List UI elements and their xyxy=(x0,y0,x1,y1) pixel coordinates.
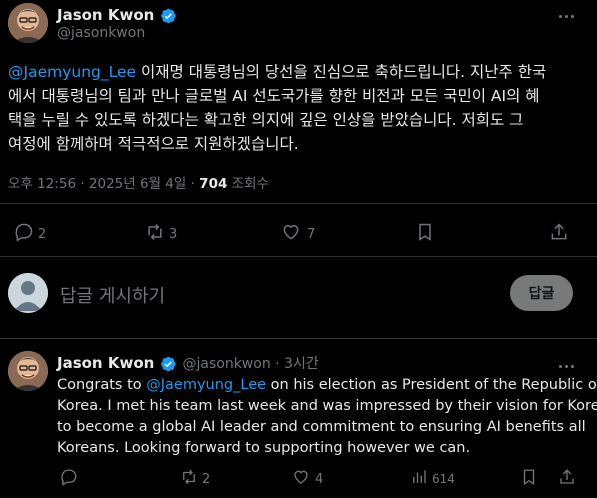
reply-more-options-button[interactable] xyxy=(552,356,580,376)
reply-views-count: 614 xyxy=(432,472,455,486)
author-name[interactable]: Jason Kwon xyxy=(57,5,177,25)
reply-input[interactable]: 답글 게시하기 xyxy=(60,282,165,308)
verified-badge-icon xyxy=(159,7,177,25)
bookmark-icon xyxy=(520,468,538,490)
share-icon xyxy=(549,222,569,246)
like-count: 7 xyxy=(307,226,316,242)
like-button[interactable]: 7 xyxy=(281,222,315,246)
post-text: @Jaemyung_Lee 이재명 대통령님의 당선을 진심으로 축하드립니다.… xyxy=(8,63,547,153)
avatar-image xyxy=(8,351,48,391)
heart-icon xyxy=(292,468,310,490)
share-button[interactable] xyxy=(549,222,569,246)
reply-button[interactable]: 2 xyxy=(14,222,46,246)
more-options-button[interactable] xyxy=(552,6,580,26)
current-user-avatar xyxy=(8,273,48,313)
views-count: 704 xyxy=(199,176,228,192)
reply-like-button[interactable]: 4 xyxy=(292,468,323,490)
reply-like-count: 4 xyxy=(315,471,324,487)
reply-author-name[interactable]: Jason Kwon xyxy=(57,354,154,372)
mention-link[interactable]: @Jaemyung_Lee xyxy=(8,63,136,81)
reply-repost-count: 2 xyxy=(202,471,211,487)
repost-count: 3 xyxy=(169,226,178,242)
reply-count: 2 xyxy=(38,226,47,242)
more-icon xyxy=(558,364,574,368)
views-chart-icon xyxy=(410,468,428,490)
reply-share-button[interactable] xyxy=(558,468,576,490)
reply-author-avatar[interactable] xyxy=(8,351,48,391)
share-icon xyxy=(558,468,576,490)
divider xyxy=(0,338,597,339)
author-avatar[interactable] xyxy=(8,3,48,43)
reply-submit-button[interactable]: 답글 xyxy=(510,275,573,311)
reply-author-handle[interactable]: @jasonkwon · 3시간 xyxy=(183,356,319,372)
timestamp[interactable]: 오후 12:56 · 2025년 6월 4일 · xyxy=(8,176,199,192)
reply-text: Congrats to @Jaemyung_Lee on his electio… xyxy=(57,377,597,456)
reply-icon xyxy=(14,222,34,246)
repost-icon xyxy=(180,468,198,490)
repost-icon xyxy=(145,222,165,246)
heart-icon xyxy=(281,222,301,246)
divider xyxy=(0,256,597,257)
verified-badge-icon xyxy=(159,355,177,373)
reply-icon xyxy=(60,468,78,490)
divider xyxy=(0,203,597,204)
bookmark-button[interactable] xyxy=(415,222,435,246)
post-meta: 오후 12:56 · 2025년 6월 4일 · 704 조회수 xyxy=(8,176,269,192)
reply-reply-button[interactable] xyxy=(60,468,82,490)
bookmark-icon xyxy=(415,222,435,246)
mention-link[interactable]: @Jaemyung_Lee xyxy=(146,377,266,393)
author-handle[interactable]: @jasonkwon xyxy=(57,25,145,41)
avatar-image xyxy=(8,3,48,43)
reply-views-button[interactable]: 614 xyxy=(410,468,455,490)
reply-bookmark-button[interactable] xyxy=(520,468,538,490)
reply-repost-button[interactable]: 2 xyxy=(180,468,210,490)
more-icon xyxy=(558,14,574,18)
repost-button[interactable]: 3 xyxy=(145,222,177,246)
reply-author-line: Jason Kwon @jasonkwon · 3시간 xyxy=(57,353,319,373)
default-user-icon xyxy=(8,273,48,313)
